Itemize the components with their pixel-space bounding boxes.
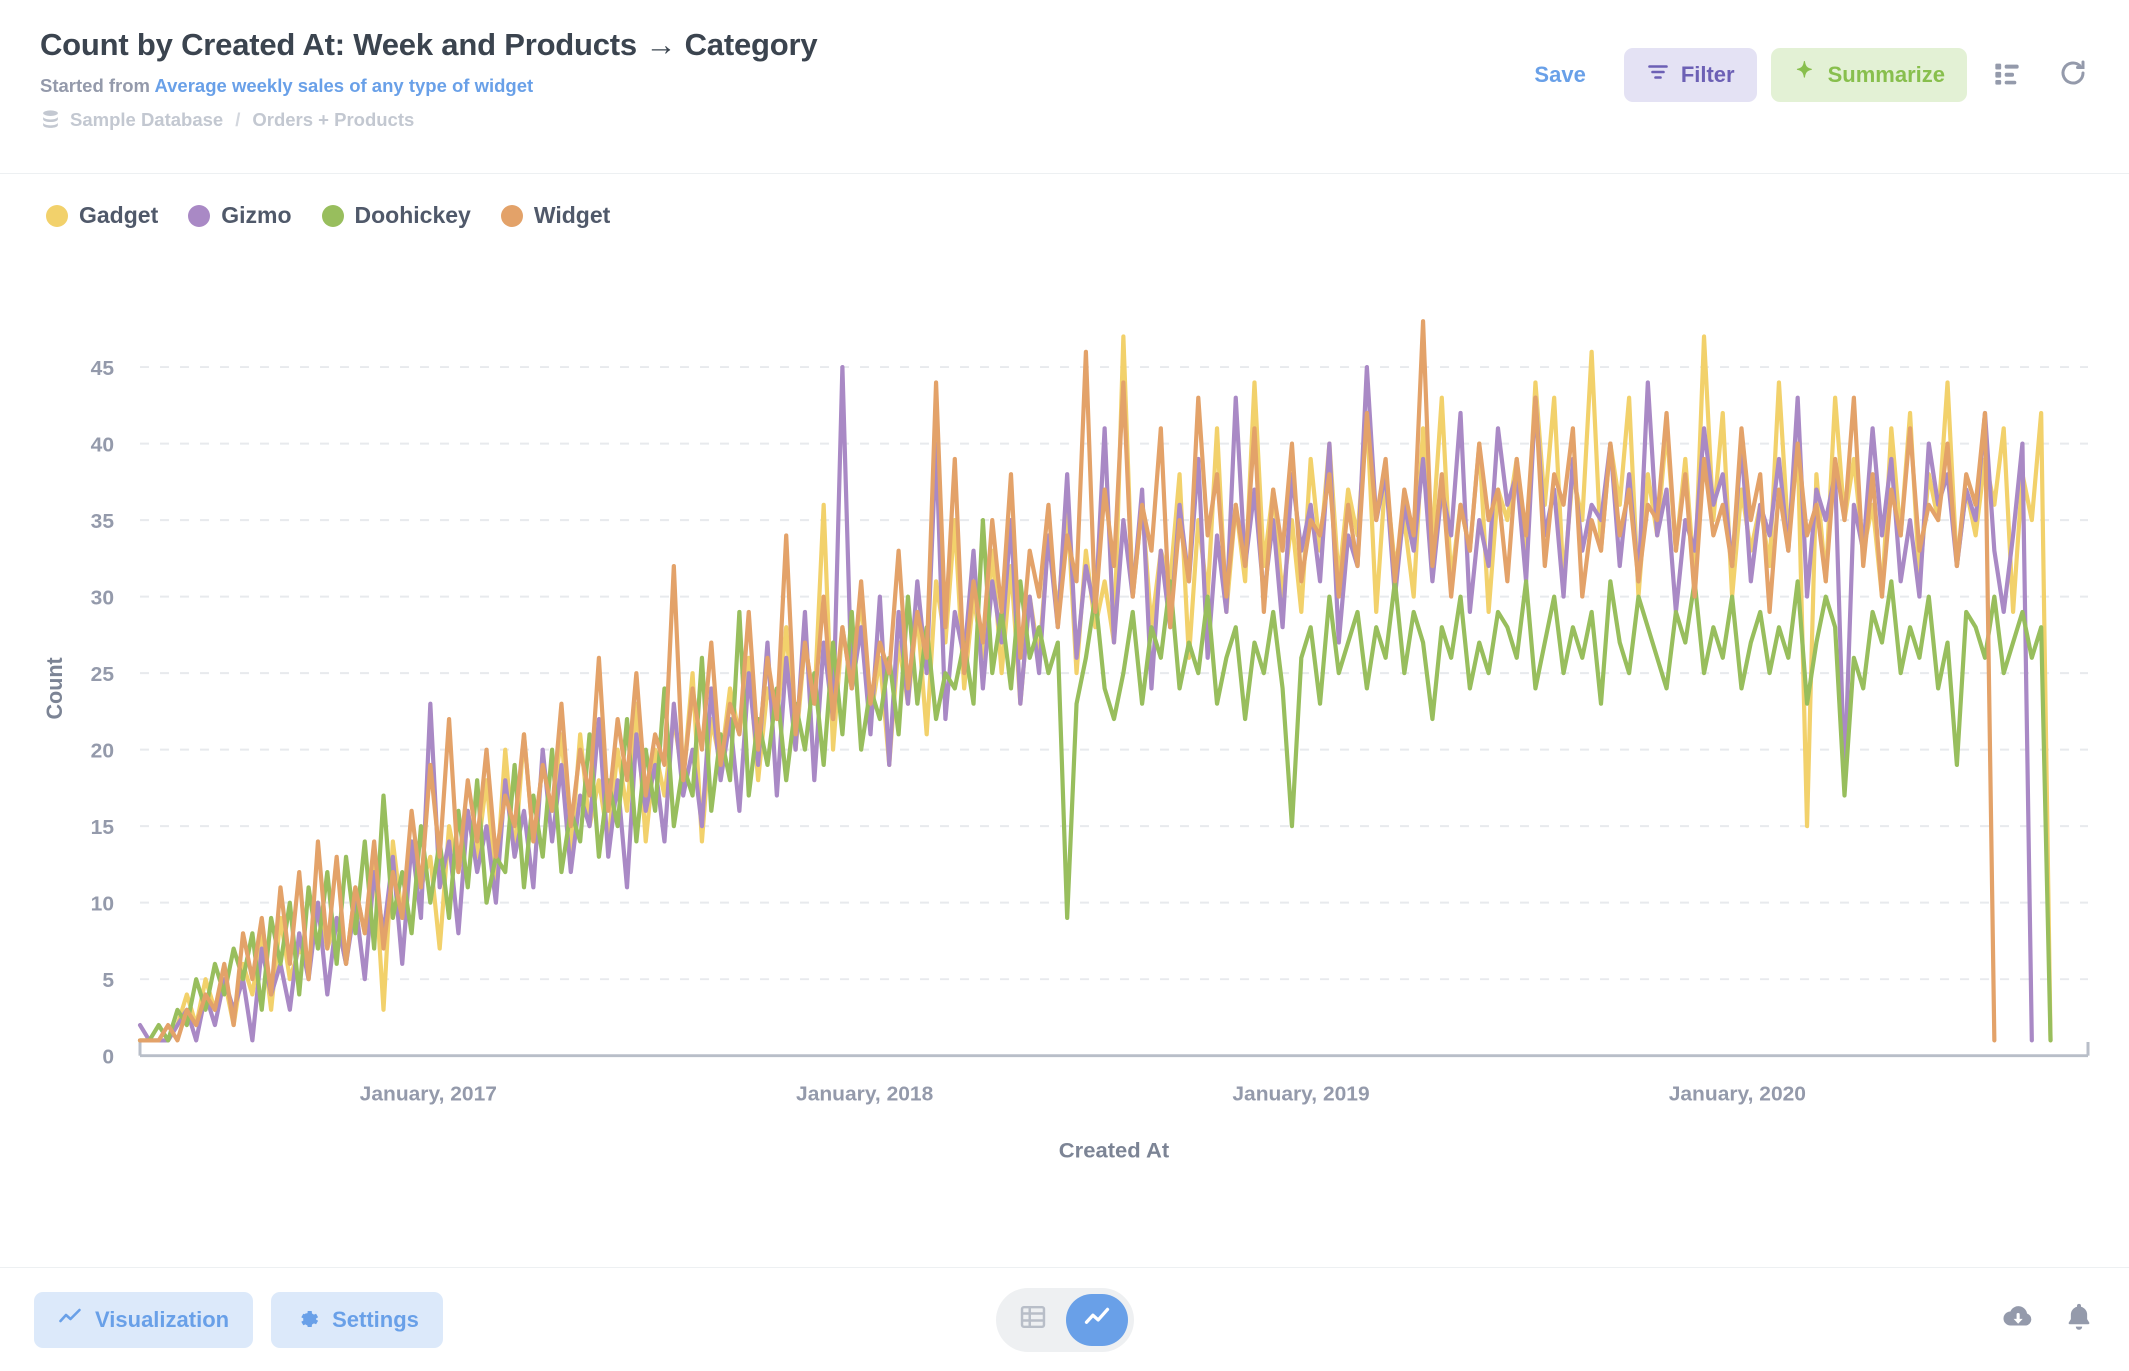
y-axis-tick: 40 [91,434,114,457]
chart-canvas[interactable]: 0 5 10 15 20 25 30 35 40 45 Count January, 2017 Janu… [0,282,2129,1183]
breadcrumb-database[interactable]: Sample Database [70,109,223,131]
summarize-label: Summarize [1828,62,1945,88]
settings-button[interactable]: Settings [271,1292,443,1348]
page-header: Count by Created At: Week and Products →… [0,0,2129,174]
legend-item-doohickey[interactable]: Doohickey [322,202,471,229]
series-line-gizmo[interactable] [140,367,2032,1040]
download-button[interactable] [2001,1300,2035,1339]
x-axis-tick: January, 2020 [1669,1083,1806,1106]
legend-label-doohickey: Doohickey [355,202,471,229]
visualization-button[interactable]: Visualization [34,1292,253,1348]
list-columns-icon [1993,59,2021,92]
header-actions: Save Filter Summarize [1512,48,2099,102]
line-chart[interactable]: 0 5 10 15 20 25 30 35 40 45 Count January, 2017 Janu… [0,282,2129,1183]
visualization-body: Gadget Gizmo Doohickey Widget 0 5 10 15 20 25… [0,174,2129,1267]
x-axis-tick: January, 2019 [1232,1083,1369,1106]
footer-left-controls: Visualization Settings [34,1292,443,1348]
series-line-widget[interactable] [140,321,1994,1040]
list-columns-button[interactable] [1981,49,2033,101]
toggle-chart-view[interactable] [1066,1294,1128,1346]
filter-icon [1646,60,1670,90]
question-page: Count by Created At: Week and Products →… [0,0,2129,1371]
x-axis-tick: January, 2017 [360,1083,497,1106]
x-axis-tick: January, 2018 [796,1083,933,1106]
y-axis-tick: 45 [91,357,114,380]
toggle-table-view[interactable] [1002,1294,1064,1346]
view-toggle [996,1288,1134,1352]
started-from-label: Started from [40,75,150,96]
legend-label-widget: Widget [534,202,610,229]
breadcrumb: Sample Database / Orders + Products [40,109,2095,131]
legend-item-gadget[interactable]: Gadget [46,202,158,229]
line-chart-icon [58,1305,82,1335]
y-axis-tick: 25 [91,663,114,686]
filter-label: Filter [1681,62,1735,88]
series-line-gadget[interactable] [140,336,2051,1040]
footer-right-controls [2001,1300,2095,1339]
alert-button[interactable] [2063,1301,2095,1338]
y-axis-tick: 10 [91,893,114,916]
refresh-button[interactable] [2047,49,2099,101]
breadcrumb-table[interactable]: Orders + Products [252,109,414,131]
legend-label-gizmo: Gizmo [221,202,291,229]
refresh-icon [2058,58,2088,93]
filter-button[interactable]: Filter [1624,48,1757,102]
x-axis-title: Created At [1059,1138,1169,1163]
legend-swatch-widget [501,205,523,227]
y-axis-title: Count [42,657,67,719]
legend-swatch-doohickey [322,205,344,227]
breadcrumb-separator: / [235,109,240,131]
y-axis-tick: 35 [91,510,114,533]
legend-label-gadget: Gadget [79,202,158,229]
table-icon [1019,1303,1047,1336]
y-axis-tick: 5 [102,969,114,992]
summarize-button[interactable]: Summarize [1771,48,1967,102]
visualization-footer: Visualization Settings [0,1267,2129,1371]
y-axis-tick: 20 [91,740,114,763]
source-question-link[interactable]: Average weekly sales of any type of widg… [154,75,533,96]
settings-label: Settings [332,1307,419,1333]
legend-item-widget[interactable]: Widget [501,202,610,229]
sparkle-icon [1793,60,1817,90]
database-icon [40,109,61,131]
legend-swatch-gadget [46,205,68,227]
y-axis-tick: 30 [91,587,114,610]
gear-icon [295,1305,319,1335]
y-axis-tick: 15 [91,816,114,839]
cloud-download-icon [2001,1300,2035,1339]
chart-legend: Gadget Gizmo Doohickey Widget [0,174,2129,229]
visualization-label: Visualization [95,1307,229,1333]
bell-icon [2063,1301,2095,1338]
legend-item-gizmo[interactable]: Gizmo [188,202,291,229]
save-button[interactable]: Save [1512,52,1607,98]
line-chart-icon [1083,1303,1111,1336]
legend-swatch-gizmo [188,205,210,227]
y-axis-tick: 0 [102,1046,114,1069]
